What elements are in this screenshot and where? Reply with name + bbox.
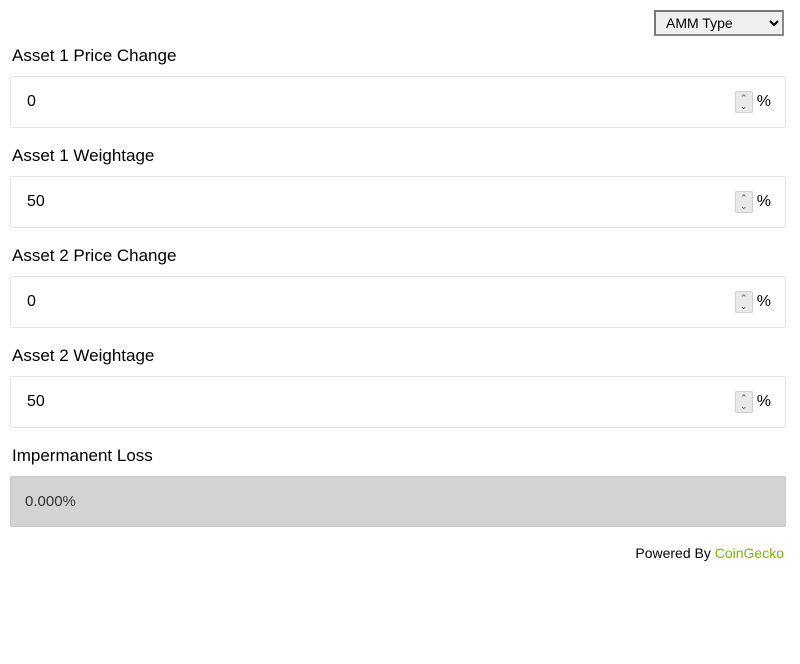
input-row-asset2-weight: ⌃ ⌄ %: [10, 376, 786, 428]
input-asset1-weight[interactable]: [25, 187, 735, 217]
input-row-asset1-weight: ⌃ ⌄ %: [10, 176, 786, 228]
label-asset2-price: Asset 2 Price Change: [12, 246, 786, 266]
input-asset1-price[interactable]: [25, 87, 735, 117]
coingecko-link[interactable]: CoinGecko: [715, 545, 784, 561]
field-asset1-weight: Asset 1 Weightage ⌃ ⌄ %: [10, 146, 786, 228]
stepper-asset1-weight[interactable]: ⌃ ⌄: [735, 191, 753, 213]
label-asset1-weight: Asset 1 Weightage: [12, 146, 786, 166]
top-row: AMM Type: [10, 10, 786, 36]
input-row-asset2-price: ⌃ ⌄ %: [10, 276, 786, 328]
stepper-asset1-price[interactable]: ⌃ ⌄: [735, 91, 753, 113]
input-asset2-price[interactable]: [25, 287, 735, 317]
field-asset1-price: Asset 1 Price Change ⌃ ⌄ %: [10, 46, 786, 128]
chevron-down-icon[interactable]: ⌄: [740, 402, 748, 410]
amm-type-select[interactable]: AMM Type: [654, 10, 784, 36]
result-value: 0.000%: [10, 476, 786, 527]
stepper-asset2-price[interactable]: ⌃ ⌄: [735, 291, 753, 313]
input-row-asset1-price: ⌃ ⌄ %: [10, 76, 786, 128]
unit-percent: %: [757, 193, 771, 211]
result-label: Impermanent Loss: [12, 446, 786, 466]
chevron-down-icon[interactable]: ⌄: [740, 302, 748, 310]
field-asset2-weight: Asset 2 Weightage ⌃ ⌄ %: [10, 346, 786, 428]
field-asset2-price: Asset 2 Price Change ⌃ ⌄ %: [10, 246, 786, 328]
footer: Powered By CoinGecko: [10, 545, 786, 561]
input-asset2-weight[interactable]: [25, 387, 735, 417]
unit-percent: %: [757, 393, 771, 411]
unit-percent: %: [757, 293, 771, 311]
footer-prefix: Powered By: [635, 545, 714, 561]
label-asset2-weight: Asset 2 Weightage: [12, 346, 786, 366]
unit-percent: %: [757, 93, 771, 111]
calculator-form: AMM Type Asset 1 Price Change ⌃ ⌄ % Asse…: [0, 0, 800, 571]
stepper-asset2-weight[interactable]: ⌃ ⌄: [735, 391, 753, 413]
chevron-down-icon[interactable]: ⌄: [740, 102, 748, 110]
chevron-down-icon[interactable]: ⌄: [740, 202, 748, 210]
label-asset1-price: Asset 1 Price Change: [12, 46, 786, 66]
result-group: Impermanent Loss 0.000%: [10, 446, 786, 527]
